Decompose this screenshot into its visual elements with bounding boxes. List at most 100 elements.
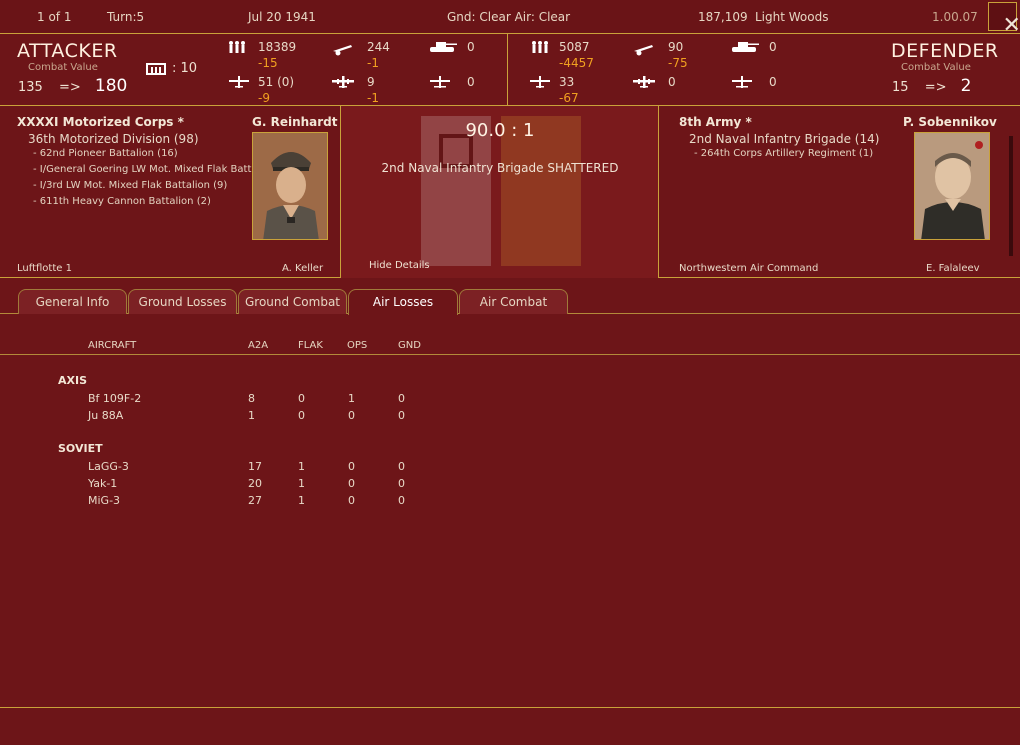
- attacker-subunit[interactable]: - 611th Heavy Cannon Battalion (2): [33, 196, 211, 207]
- gnd-value: 0: [398, 409, 405, 422]
- defender-guns-value: 90: [668, 40, 684, 54]
- tab-air-combat[interactable]: Air Combat: [459, 289, 568, 314]
- page-indicator: 1 of 1: [37, 10, 72, 24]
- men-icon: [532, 41, 548, 53]
- attacker-title: ATTACKER: [17, 40, 118, 62]
- attacker-guns: 244 -1: [367, 40, 427, 70]
- leader-portrait-image: [253, 133, 327, 239]
- gnd-value: 0: [398, 392, 405, 405]
- attacker-division[interactable]: 36th Motorized Division (98): [28, 132, 199, 146]
- a2a-value: 20: [248, 477, 262, 490]
- defender-leader[interactable]: P. Sobennikov: [903, 115, 997, 129]
- defender-men: 5087 -4457: [559, 40, 619, 70]
- defender-air-leader: E. Falaleev: [926, 263, 980, 274]
- col-ops: OPS: [347, 340, 368, 351]
- ops-value: 0: [348, 477, 355, 490]
- defender-guns: 90 -75: [668, 40, 728, 70]
- recon-plane-icon: [430, 76, 450, 88]
- attacker-air-hq: Luftflotte 1: [17, 263, 72, 274]
- gun-icon: [333, 45, 352, 56]
- a2a-value: 27: [248, 494, 262, 507]
- attacker-air-leader: A. Keller: [282, 263, 324, 274]
- attacker-cv-to: 180: [94, 76, 128, 96]
- ops-value: 0: [348, 409, 355, 422]
- attacker-men-value: 18389: [258, 40, 297, 54]
- aircraft-name: Bf 109F-2: [88, 392, 142, 405]
- ops-value: 0: [348, 494, 355, 507]
- attacker-bombers-value: 9: [367, 75, 375, 89]
- aircraft-name: MiG-3: [88, 494, 121, 507]
- attacker-summary: ATTACKER Combat Value 135 => 180 : 10 18…: [0, 34, 508, 106]
- defender-title: DEFENDER: [891, 40, 999, 62]
- turn-label: Turn:5: [107, 10, 145, 24]
- air-losses-table-header: AIRCRAFT A2A FLAK OPS GND: [0, 314, 1020, 355]
- combat-result: 2nd Naval Infantry Brigade SHATTERED: [381, 161, 619, 175]
- attacker-fighters-delta: -9: [258, 91, 270, 105]
- attacker-corps[interactable]: XXXXI Motorized Corps *: [17, 115, 184, 129]
- attacker-cv-label: Combat Value: [28, 62, 98, 73]
- bomber-icon: [332, 76, 354, 88]
- tab-air-losses[interactable]: Air Losses: [348, 289, 458, 315]
- attacker-subunit[interactable]: - 62nd Pioneer Battalion (16): [33, 148, 178, 159]
- fortification-level: : 10: [172, 61, 198, 76]
- gnd-value: 0: [398, 494, 405, 507]
- defender-cv-label: Combat Value: [901, 62, 971, 73]
- attacker-cv-from: 135: [18, 80, 43, 95]
- tank-icon: [430, 42, 457, 52]
- attacker-subunit[interactable]: - I/3rd LW Mot. Mixed Flak Battalion (9): [33, 180, 227, 191]
- defender-fighters: 33 -67: [559, 75, 619, 105]
- tab-general-info[interactable]: General Info: [18, 289, 127, 314]
- defender-recon: 0: [769, 75, 777, 89]
- attacker-leader[interactable]: G. Reinhardt: [252, 115, 338, 129]
- tab-ground-combat[interactable]: Ground Combat: [238, 289, 347, 314]
- defender-leader-portrait[interactable]: [914, 132, 990, 240]
- men-icon: [229, 41, 245, 53]
- flak-value: 0: [298, 392, 305, 405]
- attacker-fighters: 51 (0) -9: [258, 75, 318, 105]
- col-gnd: GND: [398, 340, 421, 351]
- aircraft-name: Yak-1: [88, 477, 118, 490]
- footer-bar: [0, 707, 1020, 745]
- attacker-bombers-delta: -1: [367, 91, 379, 105]
- attacker-men: 18389 -15: [258, 40, 318, 70]
- a2a-value: 8: [248, 392, 255, 405]
- attacker-cv-arrow: =>: [58, 80, 81, 95]
- version-label: 1.00.07: [932, 10, 978, 24]
- unit-panels: XXXXI Motorized Corps * G. Reinhardt 36t…: [0, 106, 1020, 278]
- combat-odds: 90.0 : 1: [465, 120, 535, 141]
- attacker-guns-delta: -1: [367, 56, 379, 70]
- defender-cv-to: 2: [960, 76, 972, 96]
- attacker-cv: 135 => 180: [18, 76, 127, 96]
- attacker-leader-portrait[interactable]: [252, 132, 328, 240]
- gnd-value: 0: [398, 477, 405, 490]
- defender-unit[interactable]: 2nd Naval Infantry Brigade (14): [689, 132, 879, 146]
- bomber-icon: [633, 76, 655, 88]
- close-button[interactable]: ✕: [988, 2, 1020, 38]
- aircraft-name: LaGG-3: [88, 460, 129, 473]
- date-label: Jul 20 1941: [248, 10, 316, 24]
- status-bar: 1 of 1 Turn:5 Jul 20 1941 Gnd: Clear Air…: [0, 0, 1020, 38]
- flak-value: 1: [298, 494, 305, 507]
- group-axis: AXIS: [58, 374, 88, 387]
- combat-result-panel: 90.0 : 1 2nd Naval Infantry Brigade SHAT…: [341, 106, 659, 278]
- defender-guns-delta: -75: [668, 56, 688, 70]
- attacker-guns-value: 244: [367, 40, 390, 54]
- col-a2a: A2A: [248, 340, 269, 351]
- defender-cv-from: 15: [892, 80, 909, 95]
- fighter-icon: [229, 76, 249, 88]
- scrollbar[interactable]: [1009, 136, 1013, 256]
- defender-units-panel: 8th Army * P. Sobennikov 2nd Naval Infan…: [659, 106, 1020, 278]
- defender-subunit[interactable]: - 264th Corps Artillery Regiment (1): [694, 148, 873, 159]
- col-flak: FLAK: [298, 340, 323, 351]
- combat-sides: ATTACKER Combat Value 135 => 180 : 10 18…: [0, 34, 1020, 106]
- hex-location: 187,109: [698, 10, 748, 24]
- flak-value: 1: [298, 477, 305, 490]
- aircraft-name: Ju 88A: [88, 409, 124, 422]
- attacker-units-panel: XXXXI Motorized Corps * G. Reinhardt 36t…: [0, 106, 341, 278]
- ops-value: 1: [348, 392, 355, 405]
- tab-ground-losses[interactable]: Ground Losses: [128, 289, 237, 314]
- defender-cv-arrow: =>: [924, 80, 947, 95]
- fighter-icon: [530, 76, 550, 88]
- defender-army[interactable]: 8th Army *: [679, 115, 752, 129]
- hide-details-button[interactable]: Hide Details: [369, 260, 430, 271]
